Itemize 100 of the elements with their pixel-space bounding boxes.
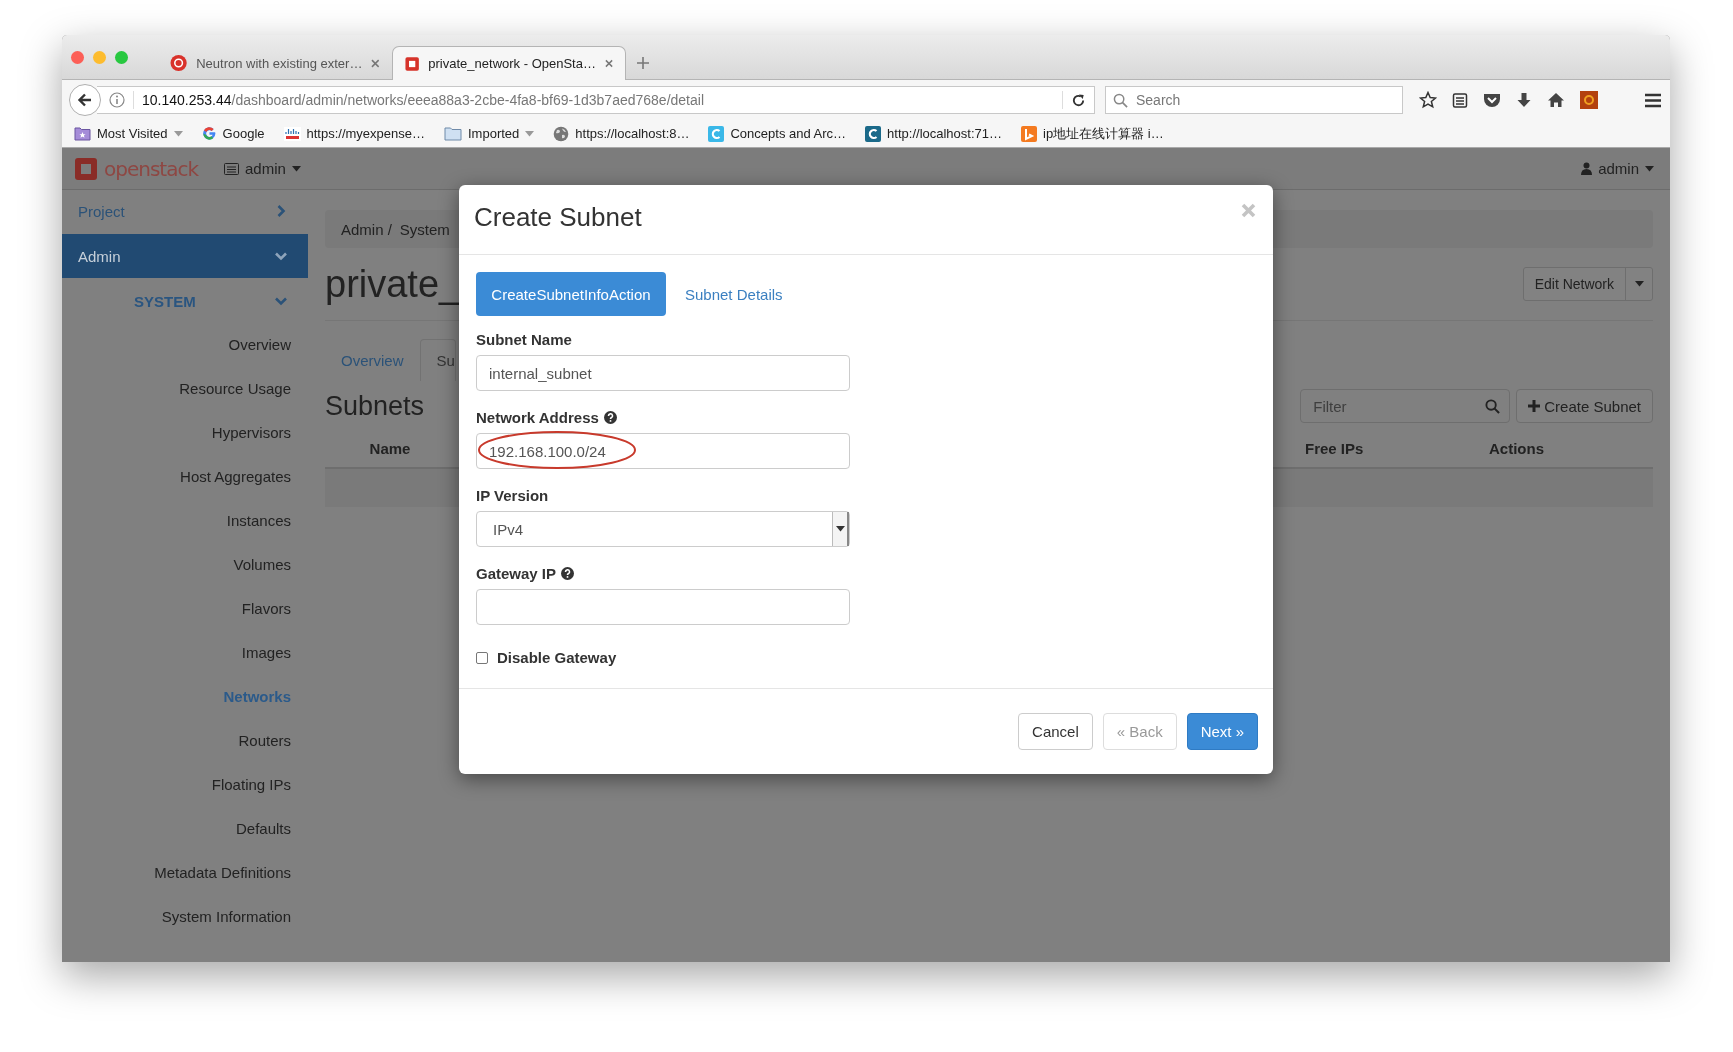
back-button[interactable] — [69, 84, 101, 116]
globe-icon — [553, 125, 570, 142]
caret-icon — [1645, 165, 1654, 172]
field-label: Network Address — [476, 409, 599, 426]
browser-tab[interactable]: Neutron with existing exter… — [158, 46, 392, 80]
sidebar-item[interactable]: Routers — [62, 718, 308, 762]
field-label: Gateway IP — [476, 565, 557, 582]
close-icon[interactable] — [604, 59, 613, 68]
caret-icon — [291, 165, 301, 172]
column-header: Actions — [1489, 439, 1545, 457]
sidebar-item[interactable]: Host Aggregates — [62, 454, 308, 498]
section-label: SYSTEM — [134, 292, 197, 310]
tab-title: Neutron with existing exter… — [196, 55, 363, 71]
page-title: private_ — [325, 262, 461, 306]
caret-icon — [1634, 281, 1644, 287]
bookmark[interactable]: Concepts and Arc… — [708, 125, 847, 142]
dialog-button[interactable]: Next » — [1186, 713, 1258, 750]
user-dropdown[interactable]: admin — [1581, 160, 1654, 177]
panel-label: Project — [78, 202, 125, 220]
wizard-tab[interactable]: Subnet Details — [670, 272, 798, 316]
sidebar-item[interactable]: System Information — [62, 894, 308, 938]
caret-icon — [835, 526, 845, 532]
logo-icon — [74, 156, 98, 181]
letter-c-icon — [708, 125, 725, 142]
google-icon — [201, 126, 217, 141]
bookmark[interactable]: Imported — [444, 126, 535, 141]
folder-icon — [444, 126, 462, 141]
dialog-button[interactable]: Cancel — [1018, 713, 1093, 750]
wizard-tab[interactable]: CreateSubnetInfoAction — [476, 272, 666, 316]
bookmark[interactable]: Google — [201, 126, 265, 141]
checkbox[interactable] — [476, 651, 488, 664]
tab-title: private_network - OpenSta… — [428, 56, 596, 71]
sidebar-item[interactable]: Resource Usage — [62, 366, 308, 410]
home-icon[interactable] — [1547, 92, 1565, 108]
project-dropdown[interactable]: admin — [224, 160, 301, 177]
plus-icon — [1528, 400, 1541, 412]
page-tab[interactable]: Su — [419, 339, 456, 381]
back-arrow-icon — [77, 92, 93, 108]
sidebar-item[interactable]: Overview — [62, 322, 308, 366]
panel-label: Admin — [78, 247, 121, 265]
bookmark[interactable]: https://localhost:8… — [553, 125, 690, 142]
star-icon[interactable] — [1419, 91, 1437, 109]
dialog-title: Create Subnet — [474, 202, 643, 233]
address-bar[interactable]: 10.140.253.44/dashboard/admin/networks/eeea88a3-2cbe-4fa8-bf69-1d3b7aed768e/detail — [97, 86, 1095, 114]
sidebar-item[interactable]: Hypervisors — [62, 410, 308, 454]
section-title: Subnets — [325, 390, 425, 422]
url-text: 10.140.253.44/dashboard/admin/networks/eeea88a3-2cbe-4fa8-bf69-1d3b7aed768e/detail — [142, 92, 705, 108]
project-icon — [224, 162, 239, 175]
checkbox-label: Disable Gateway — [497, 649, 617, 666]
reading-list-icon[interactable] — [1452, 92, 1468, 108]
select-field[interactable]: IPv4 — [476, 511, 850, 547]
letter-c-icon — [865, 125, 882, 142]
logo-text: openstack — [104, 156, 198, 181]
search-icon[interactable] — [1485, 399, 1501, 414]
breadcrumb-link[interactable]: System — [399, 220, 450, 238]
text-field[interactable]: 192.168.100.0/24 — [476, 433, 850, 469]
bookmark[interactable]: ip地址在线计算器 i… — [1021, 124, 1164, 143]
caret-icon — [525, 130, 535, 137]
reload-icon[interactable] — [1071, 92, 1086, 108]
download-icon[interactable] — [1516, 91, 1532, 109]
sidebar-item[interactable]: Volumes — [62, 542, 308, 586]
field-label: Subnet Name — [476, 331, 572, 348]
breadcrumb-link[interactable]: Admin / — [341, 220, 392, 238]
sidebar-panel[interactable]: Project — [62, 190, 308, 232]
bookmark[interactable]: http://localhost:71… — [865, 125, 1002, 142]
text-field[interactable] — [476, 589, 850, 625]
sidebar-item[interactable]: Defaults — [62, 806, 308, 850]
page-tab[interactable]: Overview — [325, 339, 420, 381]
search-field[interactable]: Search — [1105, 86, 1403, 114]
bookmark[interactable]: Most Visited — [74, 126, 183, 141]
info-icon — [109, 92, 125, 108]
letter-b-icon — [1021, 125, 1037, 142]
sidebar-item[interactable]: Metadata Definitions — [62, 850, 308, 894]
sidebar-item[interactable]: Floating IPs — [62, 762, 308, 806]
close-icon — [1241, 203, 1256, 218]
caret-icon — [173, 130, 183, 137]
menu-icon[interactable] — [1644, 92, 1662, 108]
column-header: Name — [368, 439, 412, 457]
cisco-icon — [283, 126, 301, 141]
field-label: IP Version — [476, 487, 549, 504]
sidebar-item[interactable]: Flavors — [62, 586, 308, 630]
close-window-button[interactable] — [71, 50, 84, 64]
new-tab-icon[interactable] — [636, 56, 650, 70]
create-subnet-button[interactable]: Create Subnet — [1516, 389, 1653, 423]
sidebar-panel[interactable]: Admin — [62, 234, 308, 278]
sidebar-item[interactable]: Images — [62, 630, 308, 674]
filter-field[interactable]: Filter — [1300, 389, 1511, 423]
search-icon — [1113, 93, 1128, 108]
bookmark[interactable]: https://myexpense… — [283, 126, 425, 141]
pocket-icon[interactable] — [1483, 92, 1501, 108]
logo-icon — [170, 54, 188, 72]
logo-icon — [405, 55, 420, 72]
sidebar-item[interactable]: Instances — [62, 498, 308, 542]
extension-icon[interactable] — [1580, 91, 1598, 109]
column-header: Free IPs — [1305, 439, 1365, 457]
text-field[interactable]: internal_subnet — [476, 355, 850, 391]
close-icon[interactable] — [371, 58, 380, 68]
folder-icon — [74, 126, 91, 141]
user-icon — [1581, 162, 1593, 175]
browser-tab[interactable]: private_network - OpenSta… — [392, 46, 626, 80]
